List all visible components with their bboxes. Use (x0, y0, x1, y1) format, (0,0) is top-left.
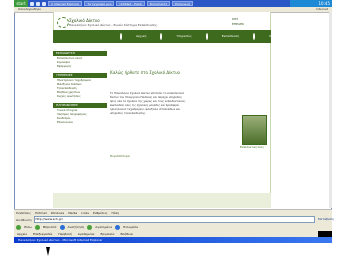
taskbar-button-paint[interactable]: Untitled - Paint (116, 1, 145, 6)
address-input[interactable]: http://www.sch.gr/ (34, 216, 315, 223)
page-scrollbar[interactable] (329, 12, 332, 208)
taskbar-button-word[interactable]: Document1 (146, 1, 171, 6)
favorites-button[interactable]: Αγαπημένα (95, 225, 112, 229)
menu-edit[interactable]: Επεξεργασία (33, 232, 52, 236)
sidebar-link[interactable]: Συχνές ερωτήσεις (57, 95, 105, 99)
partner-logos: ΚΠΣ ΕΠΕΑΕΚ (232, 16, 266, 28)
status-zone: Internet (316, 7, 328, 11)
partner-logo-2: ΕΠΕΑΕΚ (232, 22, 244, 26)
forward-button[interactable]: Μπροστά (43, 225, 57, 229)
back-icon[interactable] (16, 224, 21, 230)
main-more-link[interactable]: Περισσότερα (110, 154, 190, 159)
site-sidebar: ΕΚΠΑΙΔΕΥΣΗ Εκπαιδευτικό υλικό Σεμινάρια … (53, 43, 107, 193)
window-title: Πανελλήνιο Σχολικό Δίκτυο - Microsoft In… (14, 237, 332, 243)
feature-caption: Εκπαιδευτική πύλη (240, 146, 264, 149)
nav-button-1[interactable] (120, 33, 122, 40)
link-item[interactable]: Media (68, 211, 77, 215)
menu-tools[interactable]: Εργαλεία (100, 232, 114, 236)
header-band (53, 193, 271, 208)
link-item[interactable]: Ρυθμίσεις (93, 211, 108, 215)
nav-button-3[interactable] (205, 33, 208, 40)
links-label: Συνδέσεις (16, 211, 32, 215)
nav-buttons: Αρχική Υπηρεσίες Εκπαίδευση Νέα (120, 33, 275, 41)
sidebar-link[interactable]: Επικοινωνία (57, 121, 105, 125)
link-item[interactable]: Hotmail (35, 211, 47, 215)
nav-label-3: Εκπαίδευση (221, 34, 240, 38)
links-bar: Συνδέσεις Hotmail Windows Media Links Ρυ… (14, 209, 332, 216)
site-tagline: Πανελλήνιο Σχολικό Δίκτυο - Ενιαίο Σύστη… (69, 23, 158, 27)
nav-button-2[interactable] (160, 33, 163, 40)
sidebar-section-title: ΕΚΠΑΙΔΕΥΣΗ (53, 51, 107, 56)
address-label: Διεύθυνση (16, 217, 32, 222)
link-item[interactable]: Πύλη (112, 211, 120, 215)
media-button[interactable]: Πολυμέσα (123, 225, 138, 229)
search-icon[interactable] (59, 224, 65, 230)
address-bar: Διεύθυνση http://www.sch.gr/ Μετάβαση (14, 216, 334, 223)
nav-label-1: Αρχική (136, 34, 147, 38)
go-button[interactable]: Μετάβαση (318, 217, 334, 222)
mouse-cursor-icon (46, 247, 50, 256)
taskbar-button-import[interactable]: Εισαγωγή (172, 1, 193, 6)
link-item[interactable]: Windows (51, 211, 64, 215)
site-logo-icon[interactable] (57, 17, 69, 28)
menu-view[interactable]: Προβολή (58, 232, 71, 236)
favorites-icon[interactable] (87, 224, 93, 230)
partner-logo-1: ΚΠΣ (232, 17, 239, 21)
feature-image[interactable] (242, 115, 267, 145)
browser-toolbar: Πίσω Μπροστά Αναζήτηση Αγαπημένα Πολυμέσ… (14, 223, 332, 231)
nav-label-2: Υπηρεσίες (176, 34, 192, 38)
main-text-line: υπηρεσίες τηλεκπαίδευσης. (110, 112, 146, 115)
sidebar-section-title: ΥΠΗΡΕΣΙΕΣ (53, 73, 107, 78)
status-done: Ολοκληρώθηκε (18, 7, 41, 11)
ie-quicklaunch-icon[interactable] (30, 1, 34, 6)
media-icon[interactable] (114, 224, 120, 230)
taskbar-button-documents[interactable]: Τα έγγραφά μου (84, 1, 115, 6)
sidebar-section-title: ΠΛΗΡΟΦΟΡΙΕΣ (53, 103, 107, 108)
taskbar: start 2 Internet Explorer Τα έγγραφά μου… (14, 0, 332, 7)
menu-help[interactable]: Βοήθεια (120, 232, 132, 236)
taskbar-button-ie[interactable]: 2 Internet Explorer (48, 1, 83, 6)
forward-icon[interactable] (34, 224, 40, 230)
sidebar-link[interactable]: Εφαρμογές (57, 65, 105, 69)
main-title: Καλώς ήρθατε στο Σχολικό Δίκτυο (110, 70, 180, 75)
link-item[interactable]: Links (81, 211, 89, 215)
search-button[interactable]: Αναζήτηση (68, 225, 85, 229)
menu-favorites[interactable]: Αγαπημένα (78, 232, 95, 236)
nav-button-4[interactable] (253, 33, 256, 40)
nav-label-4: Νέα (269, 34, 276, 38)
desktop-quicklaunch-icon[interactable] (36, 1, 40, 6)
start-button[interactable]: start (14, 0, 28, 7)
back-button[interactable]: Πίσω (24, 225, 32, 229)
menu-file[interactable]: Αρχείο (17, 232, 27, 236)
clock: 10:45 (290, 0, 332, 7)
media-quicklaunch-icon[interactable] (42, 1, 46, 6)
main-text: Το Πανελλήνιο Σχολικό Δίκτυο αποτελεί το… (110, 92, 238, 132)
